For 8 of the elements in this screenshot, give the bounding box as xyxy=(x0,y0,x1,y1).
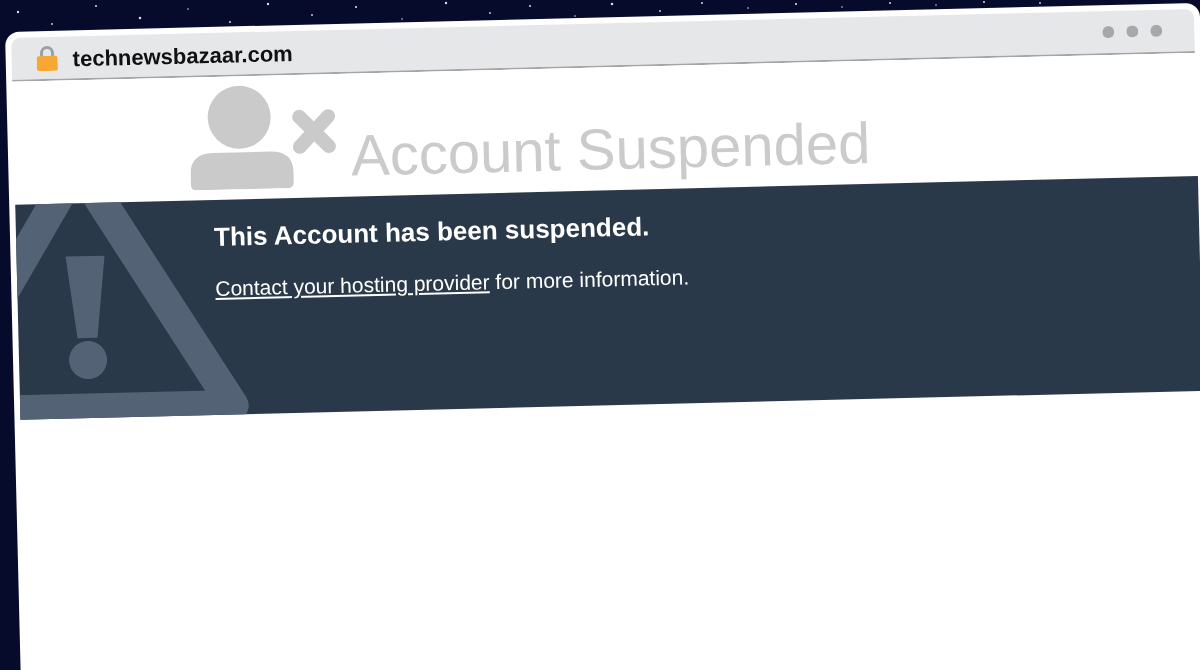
window-dot-icon[interactable] xyxy=(1150,24,1163,37)
notice-text: for more information. xyxy=(495,264,690,295)
site-address: technewsbazaar.com xyxy=(72,40,294,73)
hosting-provider-link[interactable]: Contact your hosting provider xyxy=(215,269,490,302)
notice-heading: This Account has been suspended. xyxy=(213,211,650,254)
window-dot-icon[interactable] xyxy=(1102,25,1115,39)
window-dot-icon[interactable] xyxy=(1126,25,1139,38)
padlock-icon xyxy=(36,44,58,72)
